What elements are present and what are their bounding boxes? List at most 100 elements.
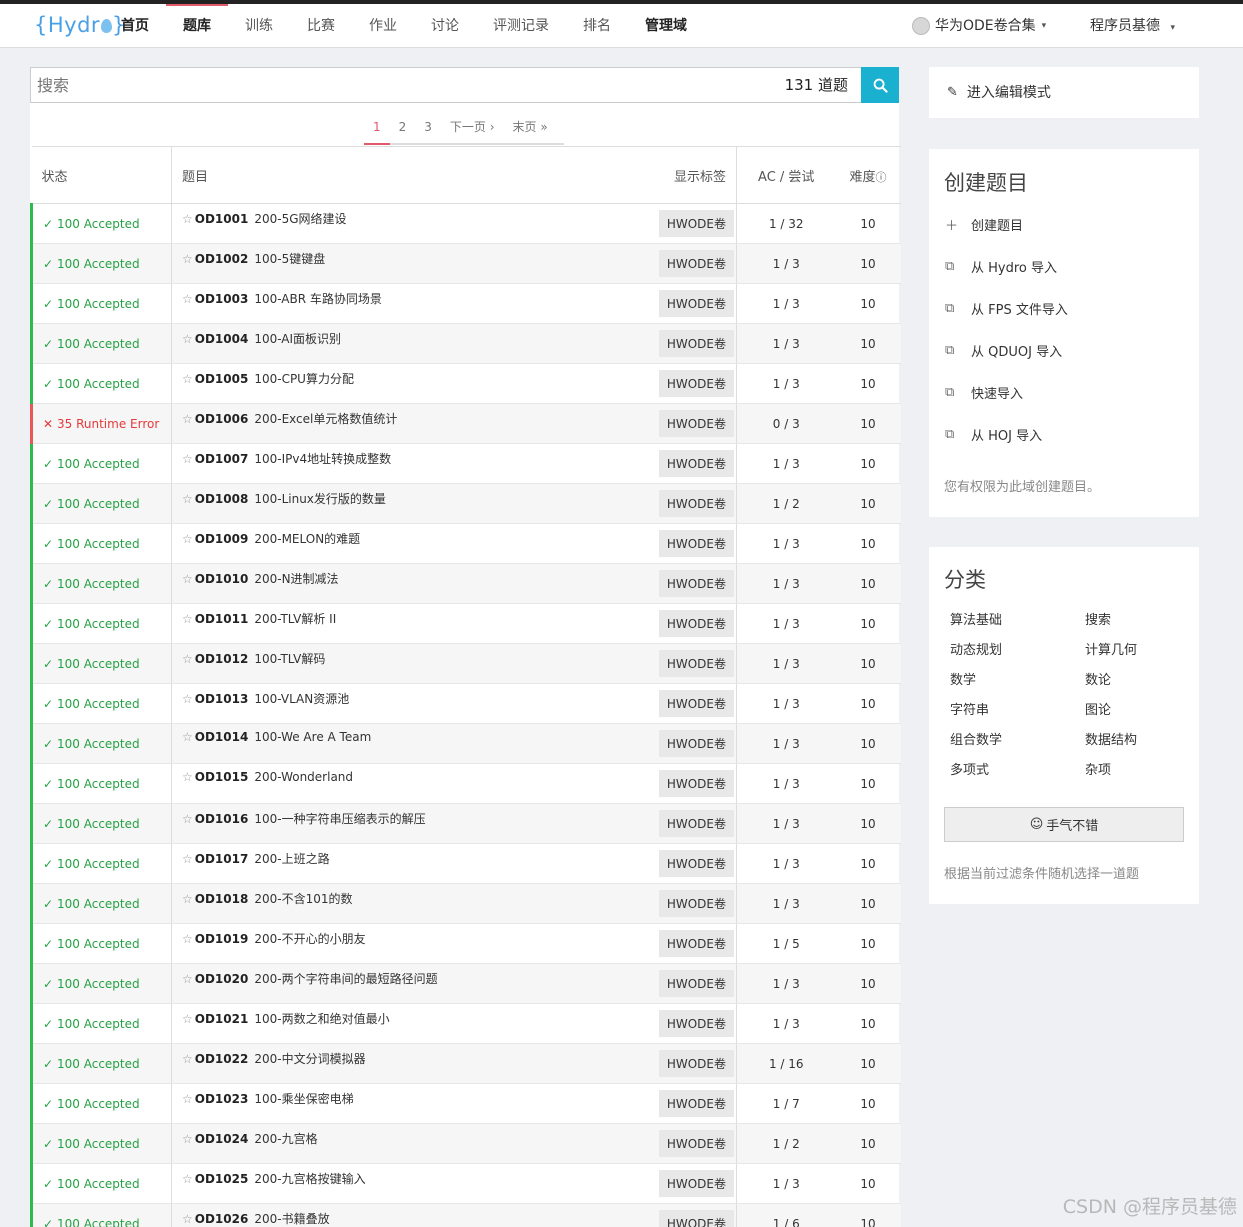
category-link[interactable]: 计算几何 [1085, 639, 1137, 658]
header-status[interactable]: 状态 [31, 146, 172, 204]
problem-id[interactable]: OD1005 [195, 372, 249, 386]
category-link[interactable]: 字符串 [950, 699, 989, 718]
star-icon[interactable]: ☆ [182, 292, 193, 306]
user-menu[interactable]: 程序员基德 ▾ [1090, 4, 1175, 48]
problem-title[interactable]: 100-CPU算力分配 [254, 372, 354, 386]
create-link[interactable]: ⧉ 从 HOJ 导入 [945, 425, 1042, 444]
problem-id[interactable]: OD1026 [195, 1212, 249, 1226]
problem-tag[interactable]: HWODE卷 [658, 690, 734, 717]
status-cell[interactable]: ✓ 100 Accepted [30, 803, 172, 844]
star-icon[interactable]: ☆ [182, 932, 193, 946]
create-link[interactable]: ⧉ 从 Hydro 导入 [945, 257, 1057, 276]
problem-title[interactable]: 200-N进制减法 [254, 572, 338, 586]
nav-item[interactable]: 比赛 [290, 4, 352, 48]
problem-title[interactable]: 100-ABR 车路协同场景 [254, 292, 382, 306]
star-icon[interactable]: ☆ [182, 332, 193, 346]
star-icon[interactable]: ☆ [182, 532, 193, 546]
problem-title[interactable]: 100-VLAN资源池 [254, 692, 349, 706]
status-cell[interactable]: ✓ 100 Accepted [30, 283, 172, 324]
problem-id[interactable]: OD1001 [195, 212, 249, 226]
problem-id[interactable]: OD1003 [195, 292, 249, 306]
status-cell[interactable]: ✓ 100 Accepted [30, 1003, 172, 1044]
problem-tag[interactable]: HWODE卷 [658, 1210, 734, 1227]
status-cell[interactable]: ✕ 35 Runtime Error [30, 403, 172, 444]
problem-tag[interactable]: HWODE卷 [658, 610, 734, 637]
status-cell[interactable]: ✓ 100 Accepted [30, 603, 172, 644]
status-cell[interactable]: ✓ 100 Accepted [30, 1203, 172, 1227]
category-link[interactable]: 算法基础 [950, 609, 1002, 628]
problem-tag[interactable]: HWODE卷 [658, 530, 734, 557]
problem-id[interactable]: OD1014 [195, 730, 249, 744]
problem-tag[interactable]: HWODE卷 [658, 930, 734, 957]
problem-tag[interactable]: HWODE卷 [658, 370, 734, 397]
problem-tag[interactable]: HWODE卷 [658, 850, 734, 877]
status-cell[interactable]: ✓ 100 Accepted [30, 843, 172, 884]
status-cell[interactable]: ✓ 100 Accepted [30, 683, 172, 724]
problem-id[interactable]: OD1002 [195, 252, 249, 266]
create-link[interactable]: ⧉ 快速导入 [945, 383, 1023, 402]
nav-item[interactable]: 训练 [228, 4, 290, 48]
category-link[interactable]: 动态规划 [950, 639, 1002, 658]
problem-title[interactable]: 100-两数之和绝对值最小 [254, 1012, 389, 1026]
nav-item[interactable]: 首页 [104, 4, 166, 48]
problem-id[interactable]: OD1013 [195, 692, 249, 706]
nav-item[interactable]: 排名 [566, 4, 628, 48]
problem-id[interactable]: OD1011 [195, 612, 249, 626]
problem-id[interactable]: OD1019 [195, 932, 249, 946]
create-link[interactable]: ⧉ 从 QDUOJ 导入 [945, 341, 1062, 360]
problem-title[interactable]: 200-Wonderland [254, 770, 353, 784]
page-link[interactable]: 3 [415, 111, 441, 143]
star-icon[interactable]: ☆ [182, 1052, 193, 1066]
problem-id[interactable]: OD1010 [195, 572, 249, 586]
problem-title[interactable]: 200-上班之路 [254, 852, 329, 866]
problem-tag[interactable]: HWODE卷 [658, 410, 734, 437]
nav-item[interactable]: 评测记录 [476, 4, 566, 48]
star-icon[interactable]: ☆ [182, 612, 193, 626]
search-button[interactable] [861, 67, 899, 103]
status-cell[interactable]: ✓ 100 Accepted [30, 523, 172, 564]
problem-tag[interactable]: HWODE卷 [658, 1130, 734, 1157]
problem-tag[interactable]: HWODE卷 [658, 330, 734, 357]
edit-mode-link[interactable]: ✎ 进入编辑模式 [947, 82, 1051, 102]
problem-title[interactable]: 100-一种字符串压缩表示的解压 [254, 812, 425, 826]
create-link[interactable]: ＋ 创建题目 [945, 215, 1023, 234]
problem-title[interactable]: 200-中文分词模拟器 [254, 1052, 365, 1066]
problem-id[interactable]: OD1015 [195, 770, 249, 784]
problem-id[interactable]: OD1004 [195, 332, 249, 346]
problem-tag[interactable]: HWODE卷 [658, 810, 734, 837]
status-cell[interactable]: ✓ 100 Accepted [30, 643, 172, 684]
problem-id[interactable]: OD1021 [195, 1012, 249, 1026]
problem-tag[interactable]: HWODE卷 [658, 770, 734, 797]
problem-tag[interactable]: HWODE卷 [658, 290, 734, 317]
problem-id[interactable]: OD1012 [195, 652, 249, 666]
problem-id[interactable]: OD1017 [195, 852, 249, 866]
star-icon[interactable]: ☆ [182, 212, 193, 226]
star-icon[interactable]: ☆ [182, 770, 193, 784]
problem-id[interactable]: OD1024 [195, 1132, 249, 1146]
status-cell[interactable]: ✓ 100 Accepted [30, 963, 172, 1004]
status-cell[interactable]: ✓ 100 Accepted [30, 243, 172, 284]
status-cell[interactable]: ✓ 100 Accepted [30, 1043, 172, 1084]
status-cell[interactable]: ✓ 100 Accepted [30, 323, 172, 364]
problem-tag[interactable]: HWODE卷 [658, 890, 734, 917]
problem-title[interactable]: 200-不开心的小朋友 [254, 932, 365, 946]
star-icon[interactable]: ☆ [182, 412, 193, 426]
page-link[interactable]: 下一页 › [441, 111, 504, 143]
star-icon[interactable]: ☆ [182, 972, 193, 986]
problem-title[interactable]: 100-AI面板识别 [254, 332, 341, 346]
problem-id[interactable]: OD1025 [195, 1172, 249, 1186]
status-cell[interactable]: ✓ 100 Accepted [30, 203, 172, 244]
problem-tag[interactable]: HWODE卷 [658, 570, 734, 597]
category-link[interactable]: 多项式 [950, 759, 989, 778]
problem-id[interactable]: OD1020 [195, 972, 249, 986]
lucky-button[interactable]: ☺ 手气不错 [944, 807, 1184, 842]
star-icon[interactable]: ☆ [182, 452, 193, 466]
problem-tag[interactable]: HWODE卷 [658, 490, 734, 517]
problem-id[interactable]: OD1018 [195, 892, 249, 906]
problem-id[interactable]: OD1016 [195, 812, 249, 826]
star-icon[interactable]: ☆ [182, 1092, 193, 1106]
status-cell[interactable]: ✓ 100 Accepted [30, 923, 172, 964]
star-icon[interactable]: ☆ [182, 892, 193, 906]
header-ac[interactable]: AC / 尝试 [736, 146, 836, 204]
problem-tag[interactable]: HWODE卷 [658, 1090, 734, 1117]
